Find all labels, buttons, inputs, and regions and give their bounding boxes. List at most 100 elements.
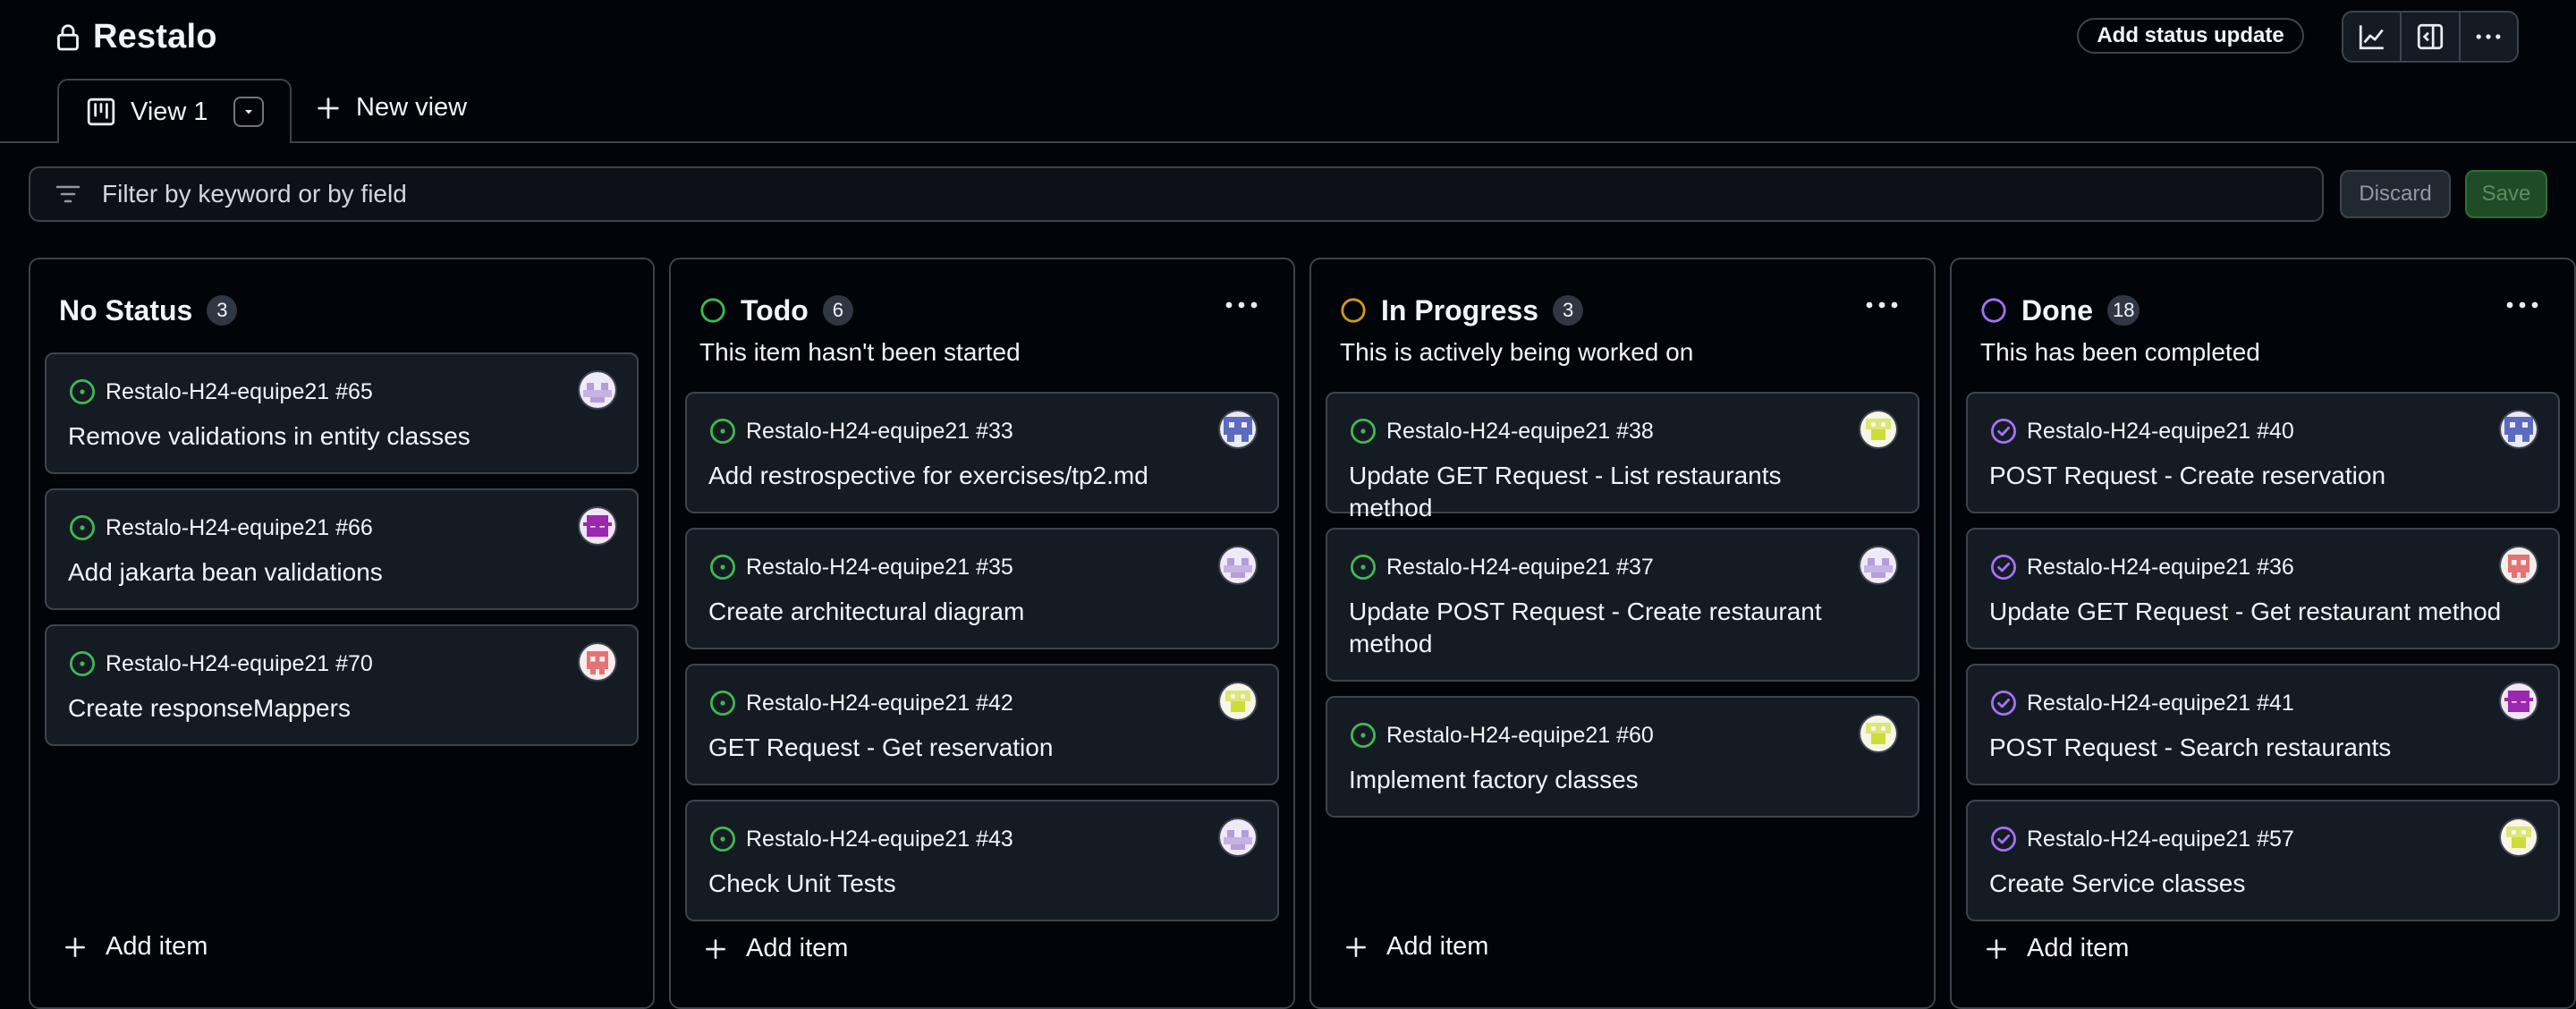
- card-ref-text: Restalo-H24-equipe21 #40: [2027, 418, 2294, 444]
- card[interactable]: Restalo-H24-equipe21 #33 Add restrospect…: [685, 392, 1279, 513]
- more-options-button[interactable]: [2461, 13, 2517, 61]
- add-item-button[interactable]: Add item: [1343, 932, 1488, 962]
- card-title[interactable]: GET Request - Get reservation: [708, 732, 1224, 764]
- card-title[interactable]: Add jakarta bean validations: [68, 556, 583, 589]
- column-todo: Todo 6 This item hasn't been started Res…: [669, 258, 1295, 1009]
- assignee-avatar[interactable]: [2499, 546, 2538, 585]
- assignee-avatar[interactable]: [1859, 410, 1898, 449]
- assignee-avatar[interactable]: [1218, 818, 1258, 857]
- column-menu-icon[interactable]: [1222, 290, 1261, 320]
- todo-status-icon: [700, 298, 725, 323]
- add-item-label: Add item: [2027, 934, 2130, 962]
- assignee-avatar[interactable]: [578, 642, 617, 682]
- filter-bar: [29, 166, 2324, 222]
- card[interactable]: Restalo-H24-equipe21 #57 Create Service …: [1966, 800, 2560, 921]
- card[interactable]: Restalo-H24-equipe21 #43 Check Unit Test…: [685, 800, 1279, 921]
- column-header: No Status 3: [59, 290, 238, 331]
- card-title[interactable]: Update POST Request - Create restaurant …: [1349, 596, 1864, 660]
- side-panel-button[interactable]: [2402, 13, 2461, 61]
- column-description: This has been completed: [1980, 338, 2260, 366]
- card-title[interactable]: Create responseMappers: [68, 692, 583, 725]
- card-ref: Restalo-H24-equipe21 #37: [1349, 553, 1654, 581]
- assignee-avatar[interactable]: [578, 506, 617, 546]
- card[interactable]: Restalo-H24-equipe21 #42 GET Request - G…: [685, 664, 1279, 785]
- triangle-down-icon: [244, 110, 252, 114]
- project-header: Restalo Add status update: [0, 0, 2576, 77]
- tab-view-1[interactable]: View 1: [57, 79, 292, 145]
- column-menu-icon[interactable]: [2503, 290, 2542, 320]
- add-item-label: Add item: [106, 932, 208, 961]
- save-button[interactable]: Save: [2465, 170, 2547, 218]
- header-icon-group: [2342, 11, 2519, 63]
- card-ref-text: Restalo-H24-equipe21 #65: [106, 378, 373, 404]
- card-title[interactable]: Create architectural diagram: [708, 596, 1224, 628]
- card-title[interactable]: Implement factory classes: [1349, 764, 1864, 796]
- filter-input[interactable]: [100, 179, 2250, 209]
- add-item-button[interactable]: Add item: [63, 932, 208, 962]
- plus-icon: [703, 937, 728, 962]
- card-title[interactable]: Remove validations in entity classes: [68, 420, 583, 453]
- add-item-label: Add item: [746, 934, 849, 962]
- card-title[interactable]: Update GET Request - Get restaurant meth…: [1989, 596, 2504, 628]
- assignee-avatar[interactable]: [1218, 546, 1258, 585]
- new-view-button[interactable]: New view: [315, 93, 467, 123]
- card[interactable]: Restalo-H24-equipe21 #37 Update POST Req…: [1326, 528, 1919, 682]
- closed-issue-icon: [1989, 689, 2018, 717]
- plus-icon: [63, 935, 88, 960]
- card-title[interactable]: Check Unit Tests: [708, 868, 1224, 900]
- card[interactable]: Restalo-H24-equipe21 #35 Create architec…: [685, 528, 1279, 649]
- card-ref-text: Restalo-H24-equipe21 #42: [746, 690, 1013, 716]
- card-ref-text: Restalo-H24-equipe21 #66: [106, 514, 373, 540]
- open-issue-icon: [1349, 417, 1377, 445]
- card[interactable]: Restalo-H24-equipe21 #65 Remove validati…: [45, 352, 639, 474]
- column-menu-icon[interactable]: [1862, 290, 1902, 320]
- open-issue-icon: [68, 377, 97, 406]
- column-count: 18: [2107, 295, 2140, 326]
- card-ref: Restalo-H24-equipe21 #42: [708, 689, 1013, 717]
- assignee-avatar[interactable]: [1859, 714, 1898, 753]
- insights-button[interactable]: [2343, 13, 2402, 61]
- card[interactable]: Restalo-H24-equipe21 #36 Update GET Requ…: [1966, 528, 2560, 649]
- assignee-avatar[interactable]: [2499, 818, 2538, 857]
- open-issue-icon: [1349, 553, 1377, 581]
- assignee-avatar[interactable]: [1859, 546, 1898, 585]
- add-item-button[interactable]: Add item: [1984, 934, 2129, 963]
- column-header: Todo 6: [699, 290, 853, 331]
- assignee-avatar[interactable]: [578, 370, 617, 410]
- add-item-button[interactable]: Add item: [703, 934, 848, 963]
- card[interactable]: Restalo-H24-equipe21 #66 Add jakarta bea…: [45, 488, 639, 610]
- card-title[interactable]: Add restrospective for exercises/tp2.md: [708, 460, 1224, 492]
- card-ref: Restalo-H24-equipe21 #40: [1989, 417, 2294, 445]
- card[interactable]: Restalo-H24-equipe21 #70 Create response…: [45, 624, 639, 746]
- open-issue-icon: [708, 417, 737, 445]
- closed-issue-icon: [1989, 553, 2018, 581]
- column-header: In Progress 3: [1340, 290, 1584, 331]
- plus-icon: [1343, 935, 1368, 960]
- assignee-avatar[interactable]: [1218, 410, 1258, 449]
- card-ref-text: Restalo-H24-equipe21 #36: [2027, 554, 2294, 580]
- card-ref: Restalo-H24-equipe21 #70: [68, 649, 373, 678]
- column-in-progress: In Progress 3 This is actively being wor…: [1309, 258, 1936, 1009]
- card-ref: Restalo-H24-equipe21 #57: [1989, 825, 2294, 853]
- insights-icon: [2359, 25, 2384, 50]
- column-description: This is actively being worked on: [1340, 338, 1694, 366]
- discard-button[interactable]: Discard: [2340, 170, 2451, 218]
- card[interactable]: Restalo-H24-equipe21 #40 POST Request - …: [1966, 392, 2560, 513]
- assignee-avatar[interactable]: [2499, 682, 2538, 721]
- card[interactable]: Restalo-H24-equipe21 #38 Update GET Requ…: [1326, 392, 1919, 521]
- card[interactable]: Restalo-H24-equipe21 #60 Implement facto…: [1326, 696, 1919, 818]
- card-ref-text: Restalo-H24-equipe21 #43: [746, 826, 1013, 852]
- card-ref-text: Restalo-H24-equipe21 #38: [1386, 418, 1654, 444]
- card-title[interactable]: Update GET Request - List restaurants me…: [1349, 460, 1864, 524]
- add-status-update-button[interactable]: Add status update: [2077, 18, 2304, 54]
- view-options-dropdown[interactable]: [233, 97, 264, 127]
- card-title[interactable]: POST Request - Search restaurants: [1989, 732, 2504, 764]
- open-issue-icon: [708, 825, 737, 853]
- card-ref-text: Restalo-H24-equipe21 #57: [2027, 826, 2294, 852]
- assignee-avatar[interactable]: [1218, 682, 1258, 721]
- closed-issue-icon: [1989, 417, 2018, 445]
- card-title[interactable]: Create Service classes: [1989, 868, 2504, 900]
- assignee-avatar[interactable]: [2499, 410, 2538, 449]
- card-title[interactable]: POST Request - Create reservation: [1989, 460, 2504, 492]
- card[interactable]: Restalo-H24-equipe21 #41 POST Request - …: [1966, 664, 2560, 785]
